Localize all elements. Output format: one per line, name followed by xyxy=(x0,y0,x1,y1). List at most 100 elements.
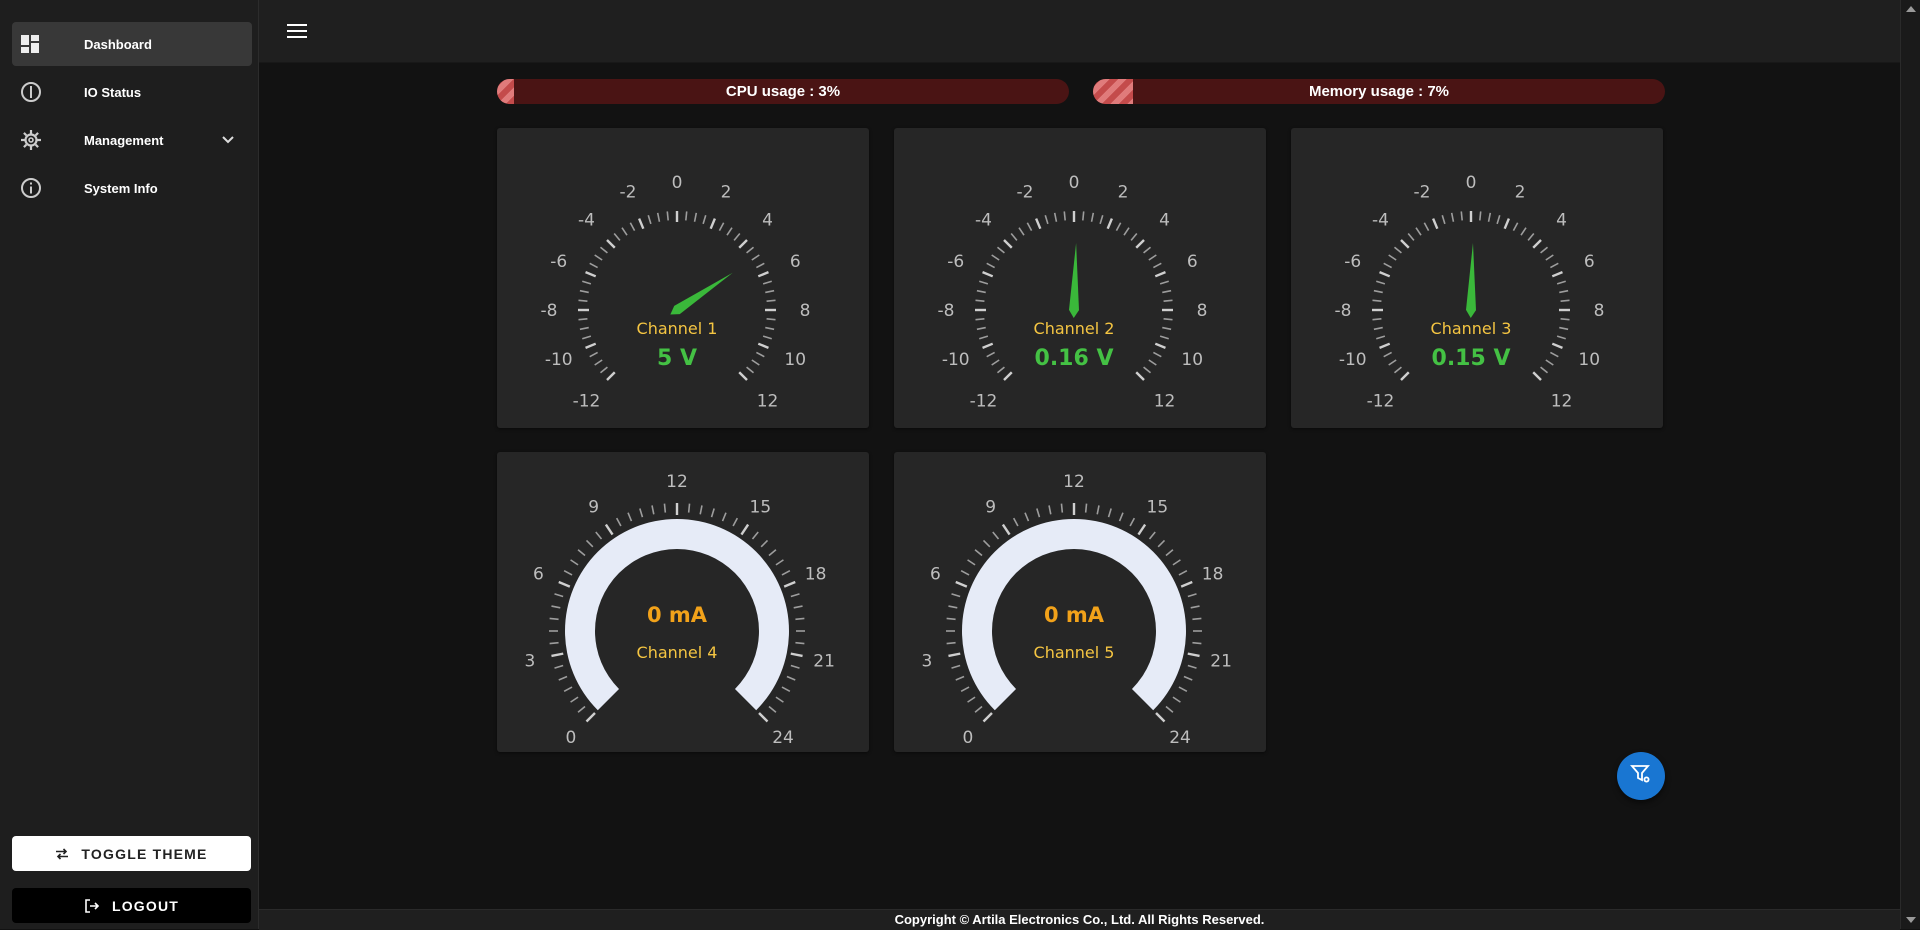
minor-tick xyxy=(656,212,661,222)
gauge-value: 0.15 V xyxy=(1432,346,1511,371)
minor-tick xyxy=(594,254,603,261)
tick-label: 12 xyxy=(1063,472,1085,492)
tick-label: 9 xyxy=(985,497,996,517)
tick-label: -6 xyxy=(947,252,964,272)
voltage-gauge-2: -12 -10 -8 -6 -4 -2 0 2 4 6 8 10 12 Channel 2 0.16 V xyxy=(938,173,1208,412)
tick-label: -2 xyxy=(620,183,637,203)
minor-tick xyxy=(1162,326,1172,331)
sidebar-item-io-status[interactable]: IO Status xyxy=(12,70,252,114)
major-tick xyxy=(1154,342,1166,349)
minor-tick xyxy=(1376,335,1386,340)
minor-tick xyxy=(1157,539,1166,548)
minor-tick xyxy=(960,569,970,576)
minor-tick xyxy=(755,351,765,358)
minor-tick xyxy=(765,326,775,331)
minor-tick xyxy=(615,517,622,527)
minor-tick xyxy=(687,503,691,513)
channel-label: Channel 5 xyxy=(1034,643,1115,662)
channel-label: Channel 4 xyxy=(637,643,718,662)
tick-label: 21 xyxy=(813,651,835,671)
major-tick xyxy=(1135,239,1145,249)
minor-tick xyxy=(1545,254,1554,261)
minor-tick xyxy=(1187,664,1197,669)
tick-label: 0 xyxy=(1069,173,1080,193)
minor-tick xyxy=(1012,517,1019,527)
voltage-gauge-card-3: -12 -10 -8 -6 -4 -2 0 2 4 6 8 10 12 Channel 3 0.15 V xyxy=(1291,128,1663,428)
minor-tick xyxy=(1560,318,1570,321)
sidebar-item-dashboard[interactable]: Dashboard xyxy=(12,22,252,66)
minor-tick xyxy=(1441,215,1446,225)
logout-label: LOGOUT xyxy=(111,897,180,914)
tick-label: 6 xyxy=(533,565,544,585)
minor-tick xyxy=(599,366,608,374)
minor-tick xyxy=(1159,280,1169,285)
minor-tick xyxy=(613,232,621,241)
major-tick xyxy=(1003,239,1013,249)
minor-tick xyxy=(554,593,564,598)
minor-tick xyxy=(551,605,561,609)
minor-tick xyxy=(751,359,760,366)
minor-tick xyxy=(793,605,803,609)
minor-tick xyxy=(746,246,755,254)
minor-tick xyxy=(549,641,559,645)
minor-tick xyxy=(976,326,986,331)
toggle-theme-label: TOGGLE THEME xyxy=(81,845,208,862)
logout-button[interactable]: LOGOUT xyxy=(12,888,251,923)
major-tick xyxy=(757,342,769,349)
tick-label: 10 xyxy=(784,350,806,370)
minor-tick xyxy=(996,366,1005,374)
tick-label: -10 xyxy=(1339,350,1367,370)
minor-tick xyxy=(1060,503,1064,513)
minor-tick xyxy=(765,289,775,294)
major-tick xyxy=(1551,271,1563,278)
major-tick xyxy=(606,371,616,381)
menu-icon[interactable] xyxy=(283,19,311,43)
minor-tick xyxy=(1556,335,1566,340)
minor-tick xyxy=(1192,641,1202,645)
dashboard-icon xyxy=(20,34,60,54)
minor-tick xyxy=(1096,505,1100,515)
minor-tick xyxy=(982,539,991,548)
minor-tick xyxy=(589,262,599,269)
current-gauge-card-4: 0 3 6 9 12 15 18 21 24 0 mA Channel 4 xyxy=(497,452,869,752)
minor-tick xyxy=(768,705,777,713)
minor-tick xyxy=(563,686,573,693)
minor-tick xyxy=(1372,299,1382,302)
sidebar-item-system-info[interactable]: System Info xyxy=(12,166,252,210)
sidebar-item-management[interactable]: Management xyxy=(12,118,252,162)
minor-tick xyxy=(621,227,628,236)
minor-tick xyxy=(685,211,688,221)
minor-tick xyxy=(795,641,805,645)
tick-label: 3 xyxy=(921,651,932,671)
toggle-theme-button[interactable]: TOGGLE THEME xyxy=(12,836,251,871)
major-tick xyxy=(585,342,597,349)
tick-label: -12 xyxy=(573,392,601,412)
minor-tick xyxy=(775,696,784,703)
tick-label: 2 xyxy=(1118,183,1129,203)
chevron-down-icon[interactable] xyxy=(216,135,240,145)
scroll-up-arrow[interactable] xyxy=(1906,6,1916,12)
tick-label: 2 xyxy=(721,183,732,203)
major-tick xyxy=(604,523,614,536)
major-tick xyxy=(606,239,616,249)
tick-label: -8 xyxy=(541,301,558,321)
minor-tick xyxy=(967,696,976,703)
tick-label: -12 xyxy=(1367,392,1395,412)
tick-label: -2 xyxy=(1017,183,1034,203)
minor-tick xyxy=(786,675,796,681)
major-tick xyxy=(757,271,769,278)
minor-tick xyxy=(751,531,759,540)
minor-tick xyxy=(795,617,805,621)
minor-tick xyxy=(1130,232,1138,241)
major-tick xyxy=(738,371,748,381)
filter-settings-fab[interactable] xyxy=(1617,752,1665,800)
scroll-down-arrow[interactable] xyxy=(1906,917,1916,923)
minor-tick xyxy=(1540,246,1549,254)
minor-tick xyxy=(651,505,655,515)
minor-tick xyxy=(1372,318,1382,321)
vertical-scrollbar[interactable] xyxy=(1900,0,1920,929)
minor-tick xyxy=(1143,366,1152,374)
minor-tick xyxy=(760,539,769,548)
tick-label: 15 xyxy=(1147,497,1169,517)
tick-label: 21 xyxy=(1210,651,1232,671)
